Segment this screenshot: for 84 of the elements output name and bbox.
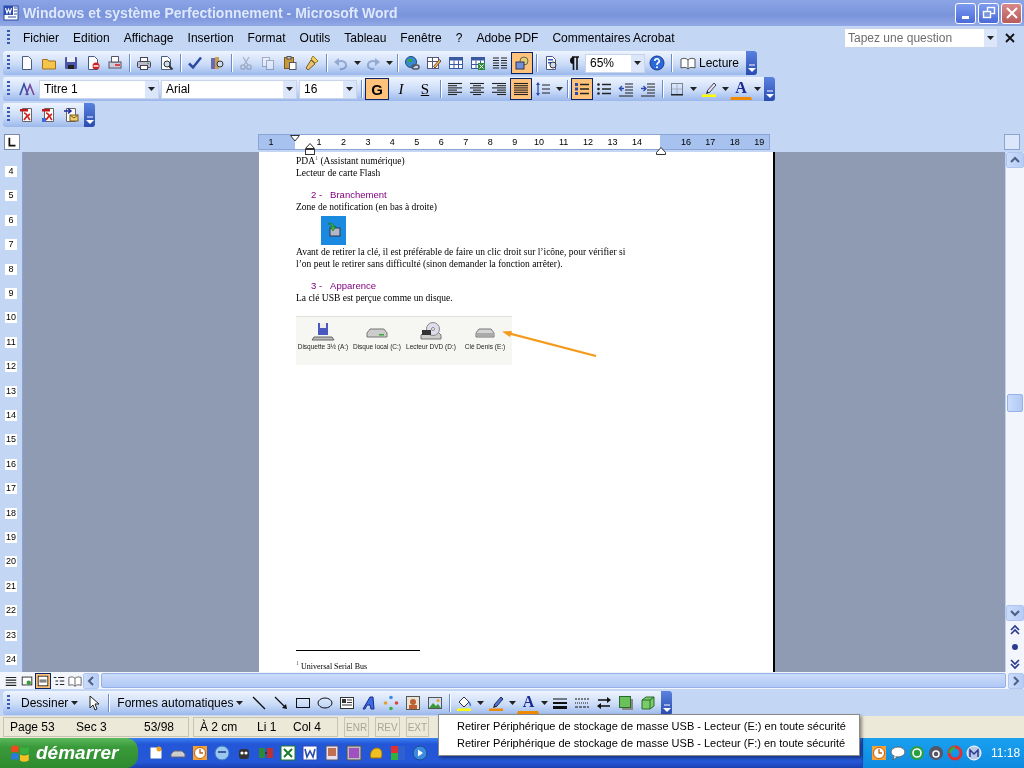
start-button[interactable]: démarrer — [0, 738, 138, 768]
menu-item[interactable]: Adobe PDF — [469, 29, 546, 47]
footnote: $^{1}$ Universal Serial Bus — [296, 662, 369, 672]
text-line: Zone de notification (en bas à droite) — [296, 201, 438, 213]
heading: Branchement — [330, 189, 387, 201]
zoom-combo[interactable]: 65% — [585, 53, 645, 73]
ruler-number: 3 — [364, 136, 372, 148]
ruler-number: 5 — [413, 136, 421, 148]
text-line: La clé USB est perçue comme un disque. — [296, 292, 454, 304]
ruler-number: 17 — [704, 136, 717, 148]
ruler-number: 5 — [5, 190, 17, 202]
ruler-number: 8 — [5, 263, 17, 275]
ruler-number: 23 — [5, 629, 17, 641]
ruler-number: 19 — [5, 532, 17, 543]
ruler-number: 11 — [5, 336, 17, 348]
ruler-number: 24 — [5, 654, 17, 665]
font-color-button[interactable]: A — [730, 78, 752, 100]
ruler-number: 16 — [5, 458, 17, 470]
ruler-number: 2 — [339, 136, 347, 148]
bold-button[interactable]: G — [365, 78, 389, 100]
ruler-number: 14 — [5, 410, 17, 421]
ruler-number: 7 — [5, 239, 17, 251]
italic-button[interactable]: I — [389, 78, 413, 100]
draw-menu-button[interactable]: Dessiner — [16, 691, 84, 714]
style-combo[interactable]: Titre 1 — [39, 79, 159, 99]
ruler-number: 1 — [315, 136, 323, 148]
question-field[interactable]: Tapez une question — [844, 28, 998, 48]
ruler-number: 6 — [437, 136, 445, 148]
heading: Apparence — [330, 280, 377, 292]
ruler-number: 10 — [5, 312, 17, 324]
ruler-number: 9 — [511, 136, 519, 148]
ruler-number: 18 — [728, 136, 741, 148]
menu-item[interactable]: Retirer Périphérique de stockage de masse USB - Lecteur (E:) en toute sécurité — [457, 719, 846, 734]
autoshapes-menu-button[interactable]: Formes automatiques — [112, 691, 249, 714]
font-combo[interactable]: Arial — [161, 79, 297, 99]
text-line: Lecteur de carte Flash — [296, 167, 382, 179]
ruler-number: 22 — [5, 605, 17, 617]
ruler-number: 4 — [388, 136, 396, 148]
menu-item[interactable]: Commentaires Acrobat — [545, 29, 682, 47]
status-field: Col 4 — [293, 720, 331, 734]
ruler-number: 15 — [5, 434, 17, 446]
ruler-number: 12 — [582, 136, 595, 148]
menu-item[interactable]: Retirer Périphérique de stockage de masse USB - Lecteur (F:) en toute sécurité — [457, 736, 846, 751]
menu-item[interactable]: Outils — [292, 29, 338, 47]
ruler-number: 17 — [5, 483, 17, 495]
heading-number: 2 - — [311, 189, 323, 201]
ruler-number: 10 — [533, 136, 546, 148]
ruler-number: 19 — [753, 136, 766, 148]
ruler-number: 21 — [5, 580, 17, 592]
heading-number: 3 - — [311, 280, 323, 292]
ruler-number: 20 — [5, 556, 17, 568]
ruler-number: 4 — [5, 166, 17, 177]
ruler-number: 1 — [267, 136, 275, 148]
ruler-number: 9 — [5, 288, 17, 299]
status-field: Page 53 — [10, 720, 76, 734]
text-line: PDA$^{1}$ (Assistant numérique) — [296, 155, 406, 167]
ruler-number: 13 — [606, 136, 619, 148]
menu-item[interactable]: Edition — [66, 29, 117, 47]
underline-button[interactable]: S — [413, 78, 437, 100]
menu-item[interactable]: Tableau — [337, 29, 394, 47]
menu-item[interactable]: Fenêtre — [393, 29, 449, 47]
reading-button[interactable]: Lecture — [675, 52, 745, 74]
ruler-number: 18 — [5, 507, 17, 519]
status-field: Sec 3 — [76, 720, 144, 734]
clock: 11:18 — [991, 746, 1021, 760]
menu-item[interactable]: Fichier — [16, 29, 66, 47]
menu-item[interactable]: Insertion — [180, 29, 241, 47]
menu-item[interactable]: Affichage — [116, 29, 181, 47]
ruler-number: 6 — [5, 214, 17, 226]
menu-item[interactable]: Format — [240, 29, 293, 47]
status-field: Li 1 — [257, 720, 293, 734]
ruler-number: 16 — [679, 136, 692, 148]
ruler-number: 7 — [462, 136, 470, 148]
window-title: Windows et système Perfectionnement - Microsoft Word — [23, 5, 399, 21]
menu-item[interactable]: ? — [448, 29, 470, 47]
paragraph: Avant de retirer la clé, il est préférable de faire un clic droit sur l’icône, pour vérifier si l’on peut le retirer sans difficulté (sinon demander la fonction arrêter). — [296, 246, 627, 270]
ruler-number: 11 — [557, 136, 570, 148]
ruler-number: 13 — [5, 385, 17, 397]
status-field: 53/98 — [144, 720, 182, 734]
status-field: À 2 cm — [200, 720, 257, 734]
ruler-number: 12 — [5, 361, 17, 373]
ruler-number: 8 — [486, 136, 494, 148]
font-size-combo[interactable]: 16 — [299, 79, 357, 99]
ruler-number: 14 — [630, 136, 643, 148]
